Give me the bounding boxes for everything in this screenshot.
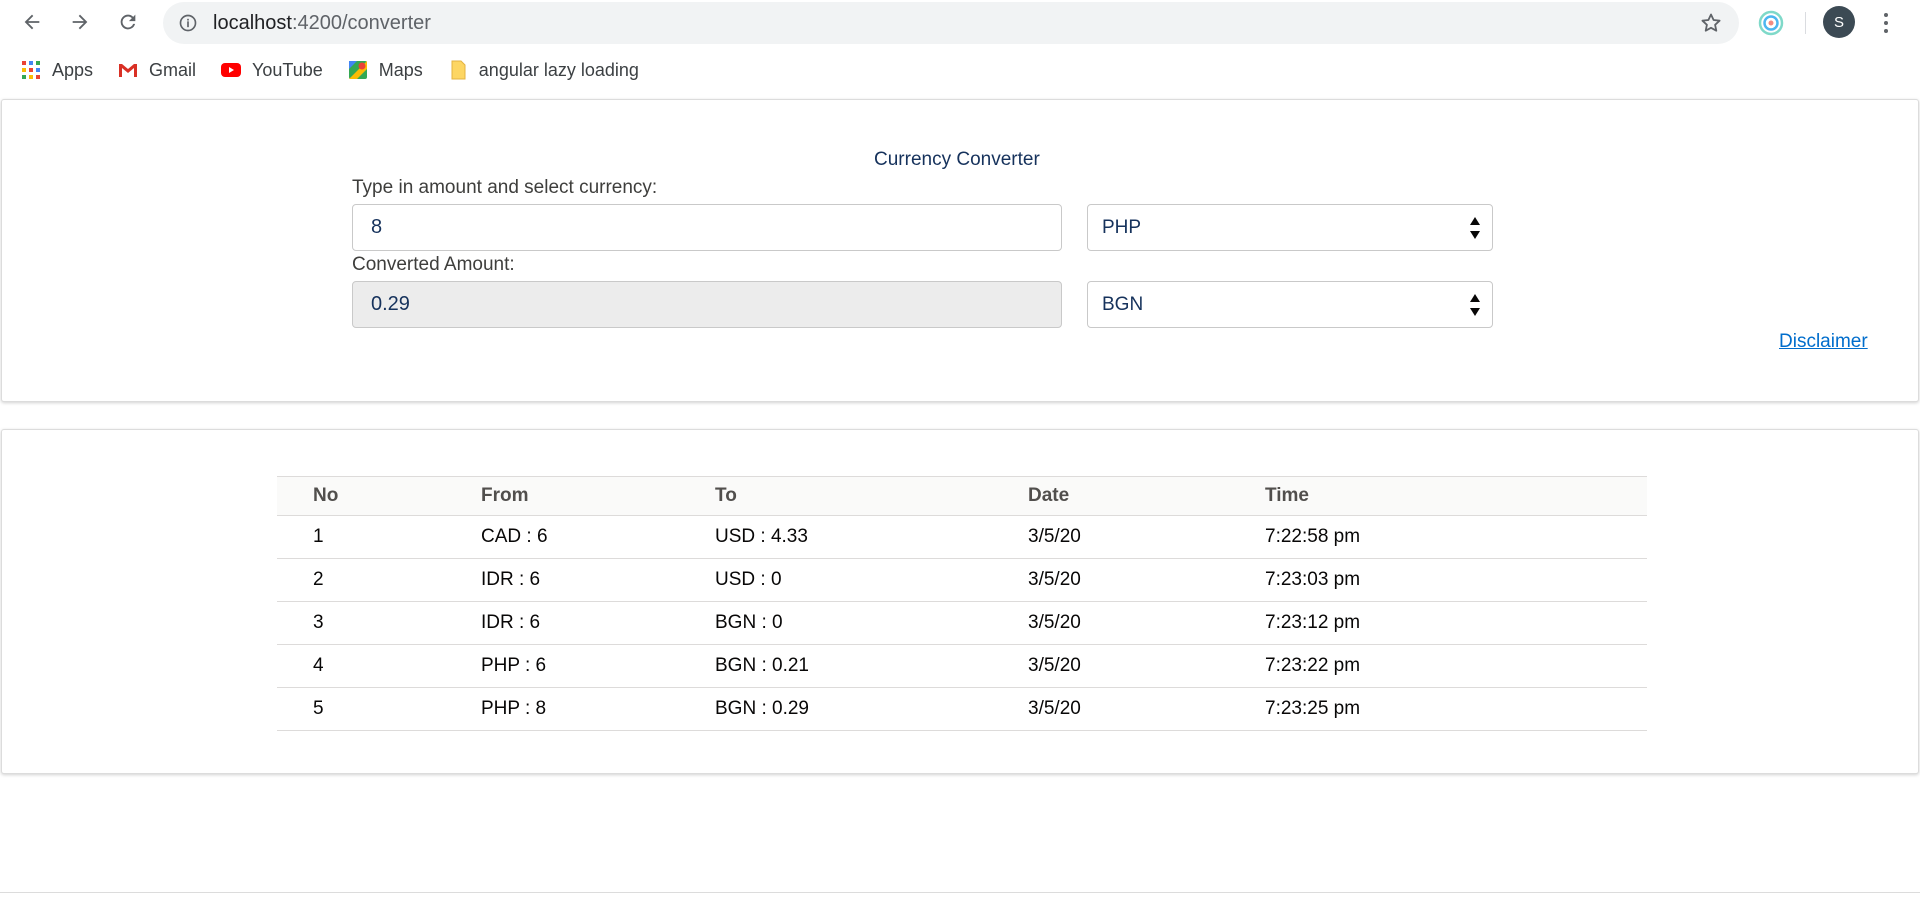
extension-icon[interactable]	[1758, 10, 1784, 36]
select-arrows-icon	[1470, 294, 1480, 316]
back-button[interactable]	[15, 5, 49, 39]
from-currency-select[interactable]: PHP	[1087, 204, 1493, 251]
to-currency-select[interactable]: BGN	[1087, 281, 1493, 328]
cell-date: 3/5/20	[1028, 601, 1265, 645]
bookmark-label: Maps	[378, 59, 423, 80]
address-bar[interactable]: localhost:4200/converter	[163, 2, 1739, 44]
toolbar-divider	[1805, 12, 1806, 34]
amount-input[interactable]: 8	[352, 204, 1062, 251]
url-host: localhost	[213, 12, 292, 34]
bookmark-star-icon[interactable]	[1699, 11, 1723, 35]
converter-card: Currency Converter Type in amount and se…	[1, 99, 1919, 402]
cell-to: BGN : 0.21	[715, 644, 1028, 688]
converted-amount-label: Converted Amount:	[352, 254, 515, 275]
bookmark-label: Apps	[52, 59, 94, 80]
url-path: :4200/converter	[291, 12, 431, 34]
cell-no: 1	[277, 515, 481, 559]
cell-no: 4	[277, 644, 481, 688]
profile-avatar[interactable]: S	[1823, 6, 1855, 38]
reload-icon	[120, 14, 136, 30]
bookmarks-bar: Apps Gmail YouTube Maps angular lazy loa…	[0, 52, 1920, 88]
select-arrows-icon	[1470, 217, 1480, 239]
table-row: 1 CAD : 6 USD : 4.33 3/5/20 7:22:58 pm	[277, 515, 1647, 559]
page-title: Currency Converter	[874, 149, 1040, 170]
table-header-row: No From To Date Time	[277, 476, 1647, 516]
apps-grid-icon	[20, 59, 42, 81]
history-card: No From To Date Time 1 CAD : 6 USD : 4.3…	[1, 429, 1919, 774]
table-row: 3 IDR : 6 BGN : 0 3/5/20 7:23:12 pm	[277, 601, 1647, 645]
forward-button[interactable]	[63, 5, 97, 39]
arrow-right-icon	[72, 14, 88, 30]
cell-date: 3/5/20	[1028, 515, 1265, 559]
table-row: 5 PHP : 8 BGN : 0.29 3/5/20 7:23:25 pm	[277, 687, 1647, 731]
column-header-to: To	[715, 476, 1028, 516]
table-row: 4 PHP : 6 BGN : 0.21 3/5/20 7:23:22 pm	[277, 644, 1647, 688]
youtube-icon	[220, 59, 242, 81]
page-bottom-divider	[0, 892, 1920, 893]
site-info-icon[interactable]	[177, 12, 199, 34]
bookmark-gmail[interactable]: Gmail	[117, 59, 196, 81]
bookmark-angular-lazy-loading[interactable]: angular lazy loading	[447, 59, 639, 81]
bookmark-label: Gmail	[149, 59, 197, 80]
cell-date: 3/5/20	[1028, 644, 1265, 688]
converted-amount-field: 0.29	[352, 281, 1062, 328]
cell-to: BGN : 0.29	[715, 687, 1028, 731]
cell-from: IDR : 6	[481, 601, 715, 645]
bookmark-label: angular lazy loading	[478, 59, 639, 80]
cell-to: BGN : 0	[715, 601, 1028, 645]
bookmark-youtube[interactable]: YouTube	[220, 59, 323, 81]
menu-dots-icon[interactable]	[1876, 9, 1896, 37]
bookmark-apps[interactable]: Apps	[20, 59, 93, 81]
column-header-from: From	[481, 476, 715, 516]
column-header-time: Time	[1265, 476, 1647, 516]
cell-time: 7:23:03 pm	[1265, 558, 1647, 602]
arrow-left-icon	[24, 14, 40, 30]
cell-date: 3/5/20	[1028, 558, 1265, 602]
disclaimer-link[interactable]: Disclaimer	[1779, 331, 1868, 353]
cell-from: PHP : 6	[481, 644, 715, 688]
cell-no: 5	[277, 687, 481, 731]
amount-label: Type in amount and select currency:	[352, 177, 658, 198]
maps-icon	[347, 59, 369, 81]
cell-from: IDR : 6	[481, 558, 715, 602]
bookmark-maps[interactable]: Maps	[347, 59, 423, 81]
cell-time: 7:23:12 pm	[1265, 601, 1647, 645]
cell-time: 7:22:58 pm	[1265, 515, 1647, 559]
url-text: localhost:4200/converter	[213, 12, 431, 34]
cell-time: 7:23:25 pm	[1265, 687, 1647, 731]
bookmark-folder-icon	[447, 59, 469, 81]
history-table: No From To Date Time 1 CAD : 6 USD : 4.3…	[277, 476, 1647, 731]
column-header-no: No	[277, 476, 481, 516]
gmail-icon	[117, 59, 139, 81]
bookmark-label: YouTube	[252, 59, 323, 80]
reload-button[interactable]	[111, 5, 145, 39]
cell-to: USD : 4.33	[715, 515, 1028, 559]
cell-date: 3/5/20	[1028, 687, 1265, 731]
from-currency-value: PHP	[1102, 216, 1142, 238]
cell-to: USD : 0	[715, 558, 1028, 602]
column-header-date: Date	[1028, 476, 1265, 516]
cell-no: 3	[277, 601, 481, 645]
cell-time: 7:23:22 pm	[1265, 644, 1647, 688]
table-row: 2 IDR : 6 USD : 0 3/5/20 7:23:03 pm	[277, 558, 1647, 602]
cell-from: PHP : 8	[481, 687, 715, 731]
cell-no: 2	[277, 558, 481, 602]
browser-toolbar: localhost:4200/converter S	[0, 0, 1920, 46]
cell-from: CAD : 6	[481, 515, 715, 559]
to-currency-value: BGN	[1102, 293, 1144, 315]
